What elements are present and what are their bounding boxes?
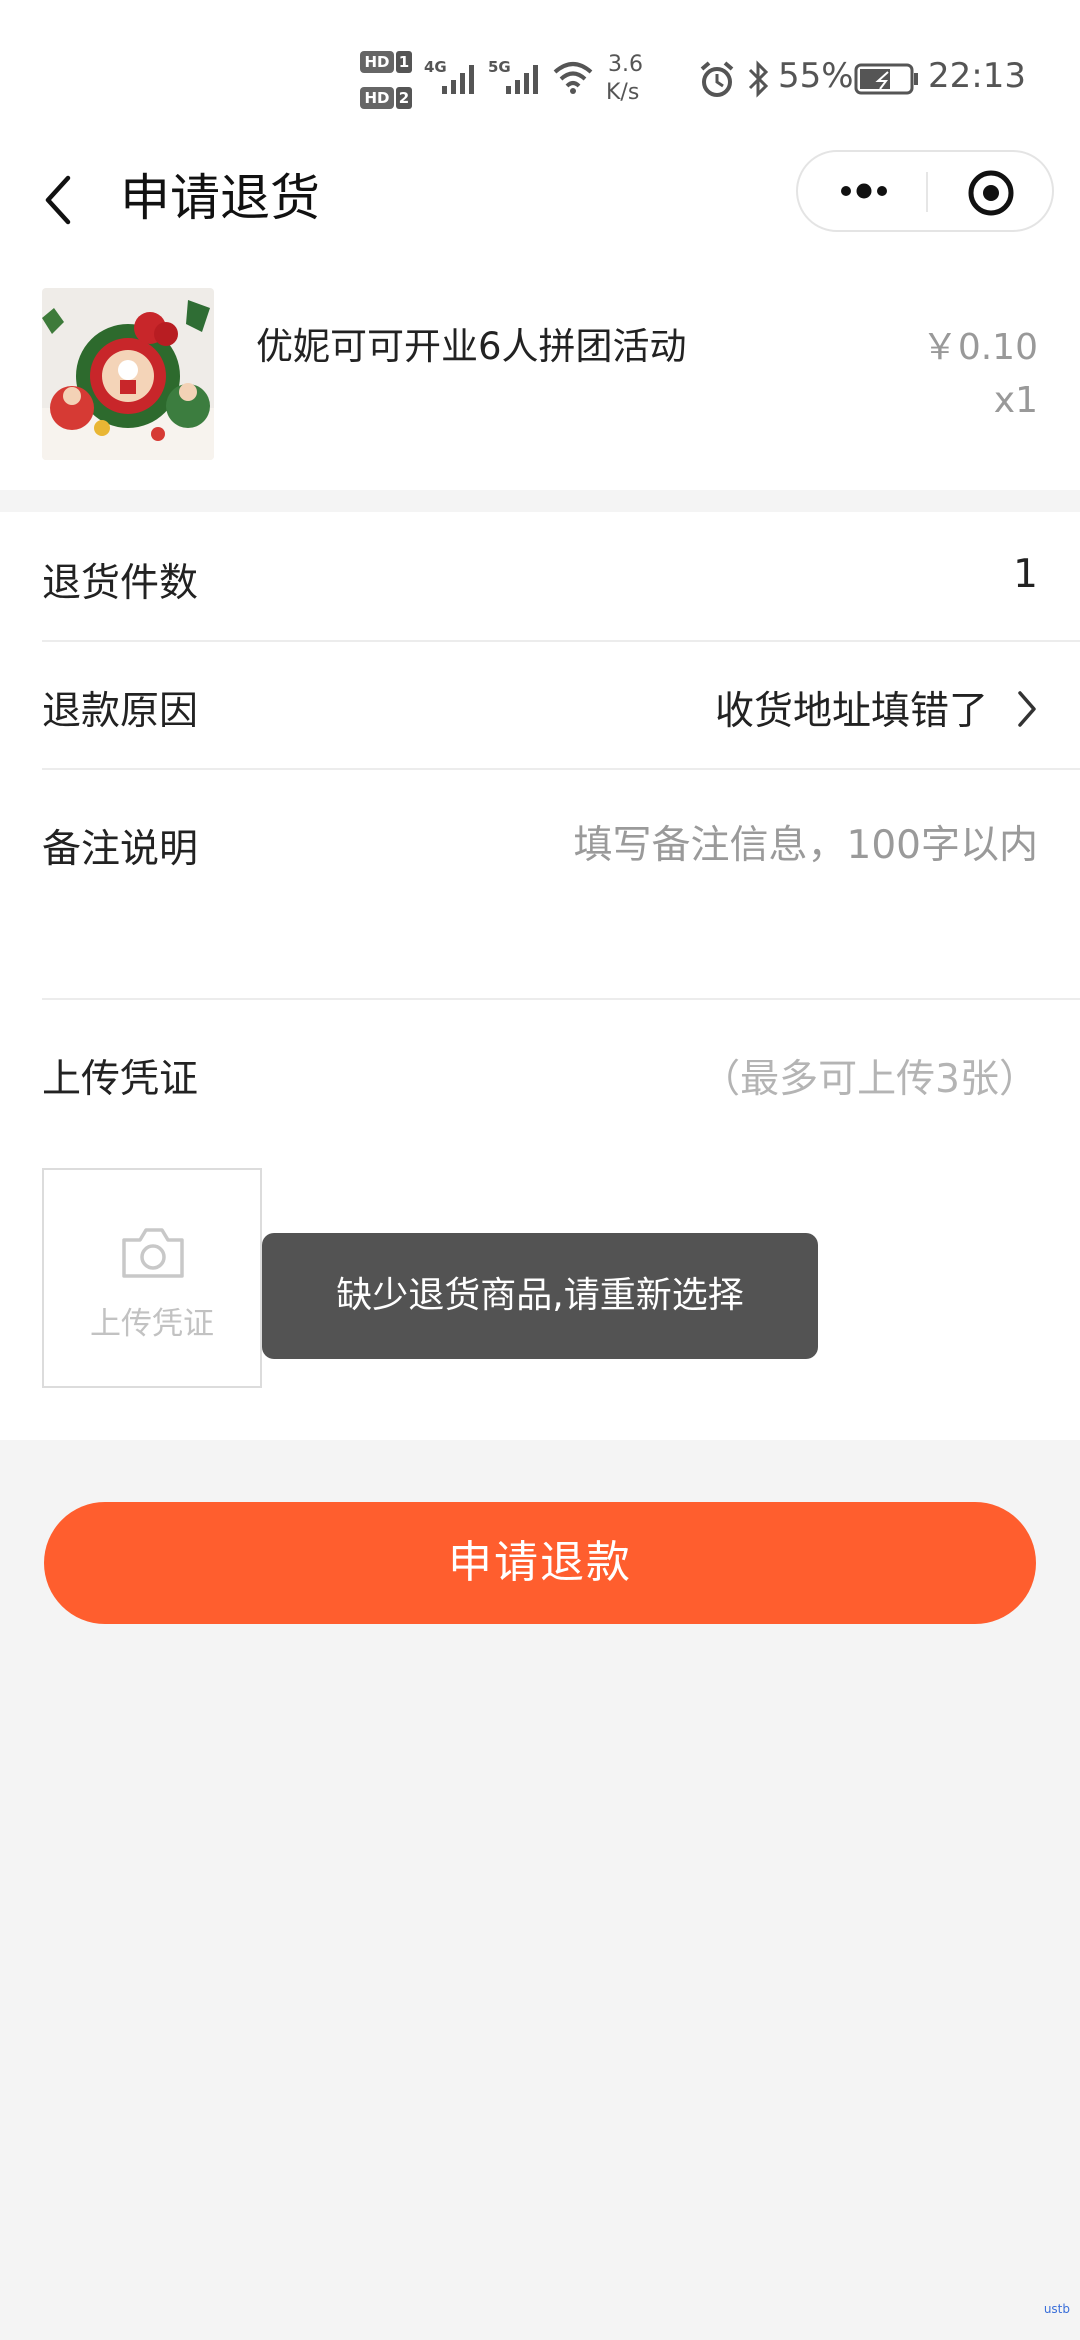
divider: [42, 768, 1080, 770]
capsule-divider: [926, 172, 928, 212]
hd-badge-2-number: 2: [396, 87, 412, 109]
remark-label: 备注说明: [42, 827, 199, 872]
submit-refund-button[interactable]: 申请退款: [44, 1502, 1036, 1624]
product-name: 优妮可可开业6人拼团活动: [256, 325, 687, 368]
camera-icon: [122, 1228, 184, 1278]
chevron-right-icon: [1018, 691, 1036, 727]
target-circle-icon[interactable]: [966, 168, 1016, 218]
product-price: ￥0.10: [921, 327, 1038, 368]
status-bar: HD 1 HD 2 4G 5G 3.6 K/s 55% 22:13: [0, 0, 1080, 150]
network-speed-unit: K/s: [606, 80, 640, 105]
navigation-bar: 申请退货: [0, 150, 1080, 280]
refund-reason-label: 退款原因: [42, 689, 199, 734]
upload-voucher-label: 上传凭证: [42, 1057, 199, 1102]
battery-icon: [854, 63, 918, 95]
remark-input[interactable]: 填写备注信息，100字以内: [574, 814, 1038, 870]
clock-time: 22:13: [928, 56, 1026, 96]
watermark: ustb: [1043, 2302, 1070, 2316]
bluetooth-icon: [748, 60, 769, 98]
product-quantity: x1: [993, 380, 1038, 421]
hd-badge-1-number: 1: [396, 51, 412, 73]
chevron-left-icon[interactable]: [40, 172, 76, 228]
upload-voucher-button-label: 上传凭证: [90, 1306, 214, 1342]
hd-badge-1: HD: [360, 51, 394, 73]
signal-icon: [506, 65, 538, 94]
page-title: 申请退货: [120, 169, 320, 227]
wifi-icon: [553, 62, 593, 94]
upload-voucher-button[interactable]: 上传凭证: [42, 1168, 262, 1388]
divider: [42, 998, 1080, 1000]
mini-program-capsule: [796, 150, 1054, 232]
error-toast: 缺少退货商品,请重新选择: [262, 1233, 818, 1359]
refund-reason-row[interactable]: 退款原因 收货地址填错了: [0, 642, 1080, 768]
alarm-icon: [700, 61, 734, 97]
upload-limit-hint: （最多可上传3张）: [701, 1057, 1038, 1102]
product-card: 优妮可可开业6人拼团活动 ￥0.10 x1: [0, 280, 1080, 490]
refund-reason-value: 收货地址填错了: [714, 689, 988, 734]
battery-percent: 55%: [778, 56, 854, 96]
signal-icon: [442, 65, 474, 94]
product-thumbnail: [42, 288, 214, 460]
hd-badge-2: HD: [360, 87, 394, 109]
more-dots-icon[interactable]: [834, 176, 894, 206]
network-speed-value: 3.6: [608, 52, 643, 77]
return-count-label: 退货件数: [42, 561, 199, 606]
return-count-value: 1: [1013, 552, 1038, 597]
